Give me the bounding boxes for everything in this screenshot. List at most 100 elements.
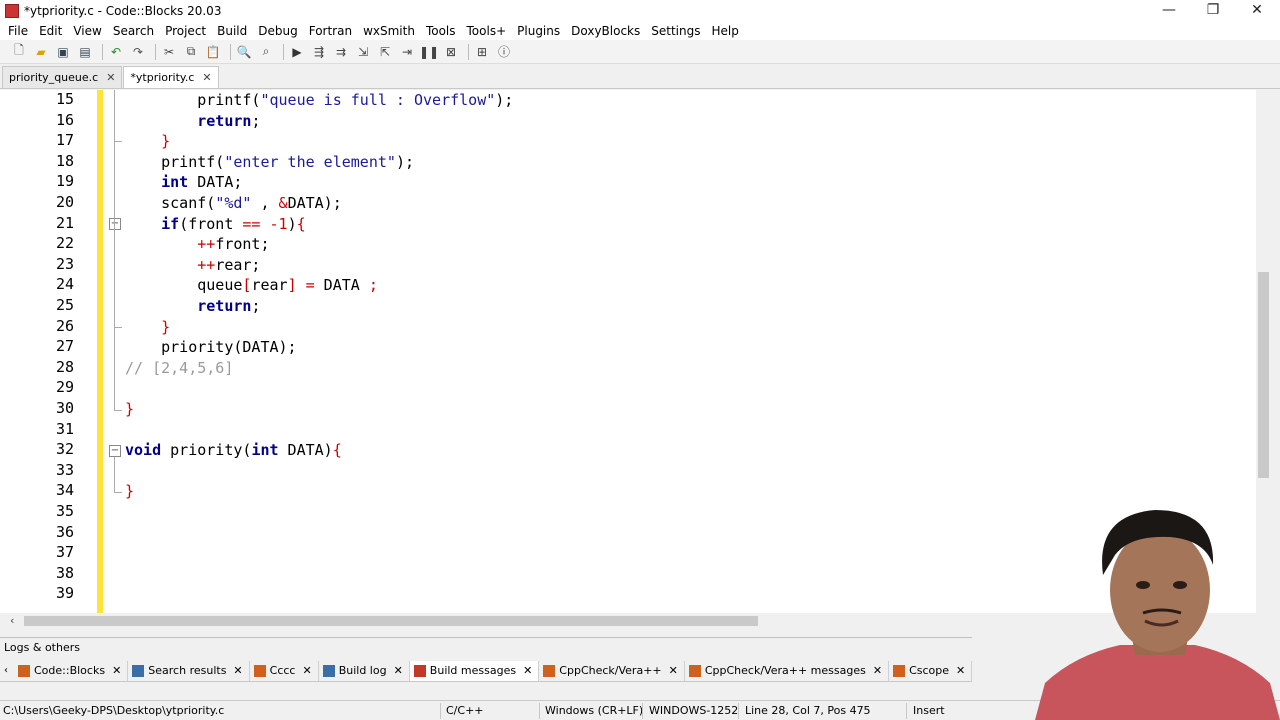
open-icon[interactable]: ▰ (32, 43, 50, 61)
log-tab-code-blocks[interactable]: Code::Blocks ✕ (14, 660, 129, 681)
close-tab-icon[interactable]: ✕ (394, 664, 403, 677)
minimize-button[interactable]: — (1147, 0, 1191, 22)
tab-ytpriority[interactable]: *ytpriority.c ✕ (123, 66, 219, 88)
step-into-icon[interactable]: ⇲ (354, 43, 372, 61)
fold-toggle-icon[interactable]: − (109, 218, 121, 230)
save-all-icon[interactable]: ▤ (76, 43, 94, 61)
line-number: 28 (55, 357, 74, 376)
code-line[interactable]: } (125, 131, 170, 152)
code-line[interactable]: queue[rear] = DATA ; (125, 275, 378, 296)
close-tab-icon[interactable]: ✕ (873, 664, 882, 677)
log-tab-cccc[interactable]: Cccc ✕ (250, 660, 319, 681)
close-tab-icon[interactable]: ✕ (112, 664, 121, 677)
close-tab-icon[interactable]: ✕ (233, 664, 242, 677)
code-line[interactable]: ++rear; (125, 255, 260, 276)
maximize-button[interactable]: ❐ (1191, 0, 1235, 22)
info-icon[interactable]: ⓘ (495, 43, 513, 61)
status-separator (906, 703, 907, 719)
menu-tools-plus[interactable]: Tools+ (463, 24, 514, 38)
stop-icon[interactable]: ⊠ (442, 43, 460, 61)
paste-icon[interactable]: 📋 (204, 43, 222, 61)
log-tab-search-results[interactable]: Search results ✕ (128, 660, 250, 681)
replace-icon[interactable]: ⌕ (257, 43, 275, 61)
break-icon[interactable]: ❚❚ (419, 43, 439, 61)
next-instruction-icon[interactable]: ⇥ (398, 43, 416, 61)
menu-edit[interactable]: Edit (35, 24, 69, 38)
menu-help[interactable]: Help (707, 24, 745, 38)
menu-file[interactable]: File (4, 24, 35, 38)
log-tab-cscope[interactable]: Cscope ✕ (889, 660, 972, 681)
line-number: 34 (55, 481, 74, 500)
menu-settings[interactable]: Settings (647, 24, 707, 38)
code-line[interactable]: } (125, 481, 134, 502)
log-tab-cppcheck-vera-messages[interactable]: CppCheck/Vera++ messages ✕ (685, 660, 890, 681)
code-line[interactable]: } (125, 317, 170, 338)
status-encoding: WINDOWS-1252 (649, 704, 739, 717)
close-tab-icon[interactable]: ✕ (669, 664, 678, 677)
tab-scroll-left-icon[interactable]: ‹ (4, 665, 8, 676)
log-tab-label: CppCheck/Vera++ (559, 664, 662, 677)
menu-debug[interactable]: Debug (254, 24, 304, 38)
copy-icon[interactable]: ⧉ (182, 43, 200, 61)
scroll-left-arrow-icon[interactable]: ‹ (10, 614, 14, 627)
status-file-path: C:\Users\Geeky-DPS\Desktop\ytpriority.c (3, 704, 225, 717)
undo-icon[interactable]: ↶ (107, 43, 125, 61)
save-icon[interactable]: ▣ (54, 43, 72, 61)
line-number: 26 (55, 316, 74, 335)
menu-bar: File Edit View Search Project Build Debu… (0, 22, 1280, 40)
code-line[interactable]: if(front == -1){ (125, 214, 306, 235)
menu-fortran[interactable]: Fortran (305, 24, 359, 38)
cscope-icon (893, 664, 906, 677)
log-tab-cppcheck-vera-[interactable]: CppCheck/Vera++ ✕ (539, 660, 685, 681)
close-tab-icon[interactable]: ✕ (202, 71, 211, 84)
code-line[interactable]: printf("queue is full : Overflow"); (125, 90, 513, 111)
code-line[interactable]: return; (125, 111, 260, 132)
menu-build[interactable]: Build (213, 24, 254, 38)
next-line-icon[interactable]: ⇉ (332, 43, 350, 61)
fold-toggle-icon[interactable]: − (109, 445, 121, 457)
menu-search[interactable]: Search (109, 24, 161, 38)
debug-step-icon[interactable]: ⇶ (310, 43, 328, 61)
horizontal-scroll-thumb[interactable] (24, 616, 758, 626)
codeblocks-app-icon (5, 4, 19, 18)
code-line[interactable]: // [2,4,5,6] (125, 358, 233, 379)
code-line[interactable]: int DATA; (125, 172, 242, 193)
step-out-icon[interactable]: ⇱ (376, 43, 394, 61)
menu-tools[interactable]: Tools (422, 24, 463, 38)
fold-line (114, 142, 115, 410)
cut-icon[interactable]: ✂ (160, 43, 178, 61)
close-tab-icon[interactable]: ✕ (956, 664, 965, 677)
redo-icon[interactable]: ↷ (129, 43, 147, 61)
line-number: 37 (55, 543, 74, 562)
close-tab-icon[interactable]: ✕ (302, 664, 311, 677)
code-line[interactable]: void priority(int DATA){ (125, 440, 342, 461)
log-tab-label: Code::Blocks (34, 664, 106, 677)
log-tab-label: Build messages (429, 664, 517, 677)
menu-doxyblocks[interactable]: DoxyBlocks (567, 24, 647, 38)
code-line[interactable]: return; (125, 296, 260, 317)
code-line[interactable]: scanf("%d" , &DATA); (125, 193, 342, 214)
menu-project[interactable]: Project (161, 24, 213, 38)
close-window-button[interactable]: ✕ (1235, 0, 1279, 22)
toggle-window-icon[interactable]: ⊞ (473, 43, 491, 61)
run-icon[interactable]: ▶ (288, 43, 306, 61)
menu-plugins[interactable]: Plugins (513, 24, 567, 38)
code-line[interactable]: priority(DATA); (125, 337, 296, 358)
horizontal-scrollbar[interactable]: ‹ (0, 613, 972, 629)
vertical-scroll-thumb[interactable] (1258, 272, 1269, 478)
code-line[interactable]: ++front; (125, 234, 269, 255)
new-file-icon[interactable]: 🗋 (10, 43, 28, 61)
find-icon[interactable]: 🔍 (235, 43, 253, 61)
menu-wxsmith[interactable]: wxSmith (359, 24, 422, 38)
code-line[interactable]: } (125, 399, 134, 420)
cppcheck-messages-icon (688, 664, 701, 677)
code-line[interactable]: printf("enter the element"); (125, 152, 414, 173)
menu-view[interactable]: View (69, 24, 108, 38)
close-tab-icon[interactable]: ✕ (106, 71, 115, 84)
log-tab-build-messages[interactable]: Build messages ✕ (409, 660, 540, 681)
log-tab-build-log[interactable]: Build log ✕ (319, 660, 410, 681)
tab-priority-queue[interactable]: priority_queue.c ✕ (2, 66, 123, 88)
logs-panel-title: Logs & others (4, 641, 80, 654)
close-tab-icon[interactable]: ✕ (523, 664, 532, 677)
fold-end (114, 327, 122, 328)
